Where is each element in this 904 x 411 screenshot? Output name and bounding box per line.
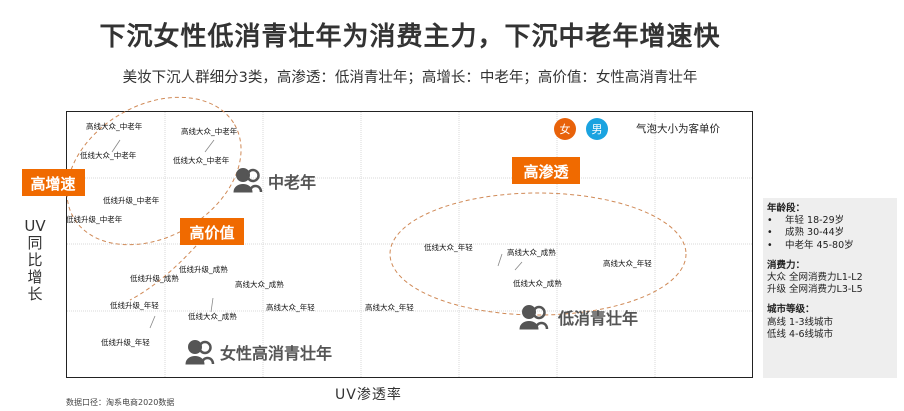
city-item: 低线 4-6线城市 bbox=[767, 328, 834, 340]
x-axis-label: UV渗透率 bbox=[335, 387, 402, 403]
age-title: 年龄段： bbox=[767, 203, 806, 214]
group-name-elderly: 中老年 bbox=[268, 173, 316, 192]
point-label: 低线升级_年轻 bbox=[101, 337, 150, 347]
tag-high-value: 高价值 bbox=[189, 224, 234, 242]
y-axis-label: UV同比增长 bbox=[24, 217, 46, 303]
point-label: 高线大众_成熟 bbox=[235, 279, 284, 289]
city-item: 高线 1-3线城市 bbox=[767, 316, 834, 328]
point-label: 低线升级_成熟 bbox=[130, 273, 179, 283]
person-icon bbox=[232, 167, 263, 194]
point-label: 高线大众_年轻 bbox=[266, 302, 315, 312]
city-title: 城市等级： bbox=[767, 304, 815, 316]
spend-title: 消费力： bbox=[767, 259, 806, 271]
group-name-high-value: 女性高消青壮年 bbox=[220, 344, 332, 363]
group-name-low-spend: 低消青壮年 bbox=[557, 309, 638, 328]
tag-high-penetration: 高渗透 bbox=[523, 163, 569, 181]
point-label: 低线大众_中老年 bbox=[173, 155, 230, 165]
point-label: 高线大众_成熟 bbox=[507, 247, 556, 257]
point-label: 低线大众_年轻 bbox=[424, 242, 473, 252]
chart-grid bbox=[67, 112, 752, 377]
legend-male-label: 男 bbox=[592, 123, 603, 136]
person-icon bbox=[518, 304, 549, 331]
point-label: 低线大众_成熟 bbox=[188, 311, 237, 321]
point-label: 低线大众_成熟 bbox=[513, 278, 562, 288]
person-icon bbox=[184, 339, 215, 366]
age-item: 年轻 18-29岁 bbox=[767, 215, 897, 227]
definitions-panel: 年龄段： 年轻 18-29岁 成熟 30-44岁 中老年 45-80岁 消费力：… bbox=[763, 198, 897, 378]
point-label: 低线升级_年轻 bbox=[110, 300, 159, 310]
tag-high-growth: 高增速 bbox=[30, 175, 75, 193]
point-label: 高线大众_年轻 bbox=[365, 302, 414, 312]
spend-item: 大众 全网消费力L1-L2 bbox=[767, 272, 863, 284]
point-label: 低线升级_中老年 bbox=[103, 195, 160, 205]
age-item: 中老年 45-80岁 bbox=[767, 240, 897, 252]
point-label: 高线大众_中老年 bbox=[86, 121, 143, 131]
point-label: 低线升级_中老年 bbox=[66, 214, 123, 224]
spend-item: 升级 全网消费力L3-L5 bbox=[767, 284, 863, 296]
bubble-size-note: 气泡大小为客单价 bbox=[636, 122, 720, 135]
point-label: 高线大众_中老年 bbox=[181, 126, 238, 136]
point-label: 低线大众_中老年 bbox=[80, 150, 137, 160]
point-label: 低线升级_成熟 bbox=[179, 264, 228, 274]
point-label: 高线大众_年轻 bbox=[603, 258, 652, 268]
legend-female-label: 女 bbox=[560, 122, 571, 136]
age-item: 成熟 30-44岁 bbox=[767, 227, 897, 239]
source-note: 数据口径：淘系电商2020数据 bbox=[66, 398, 175, 407]
